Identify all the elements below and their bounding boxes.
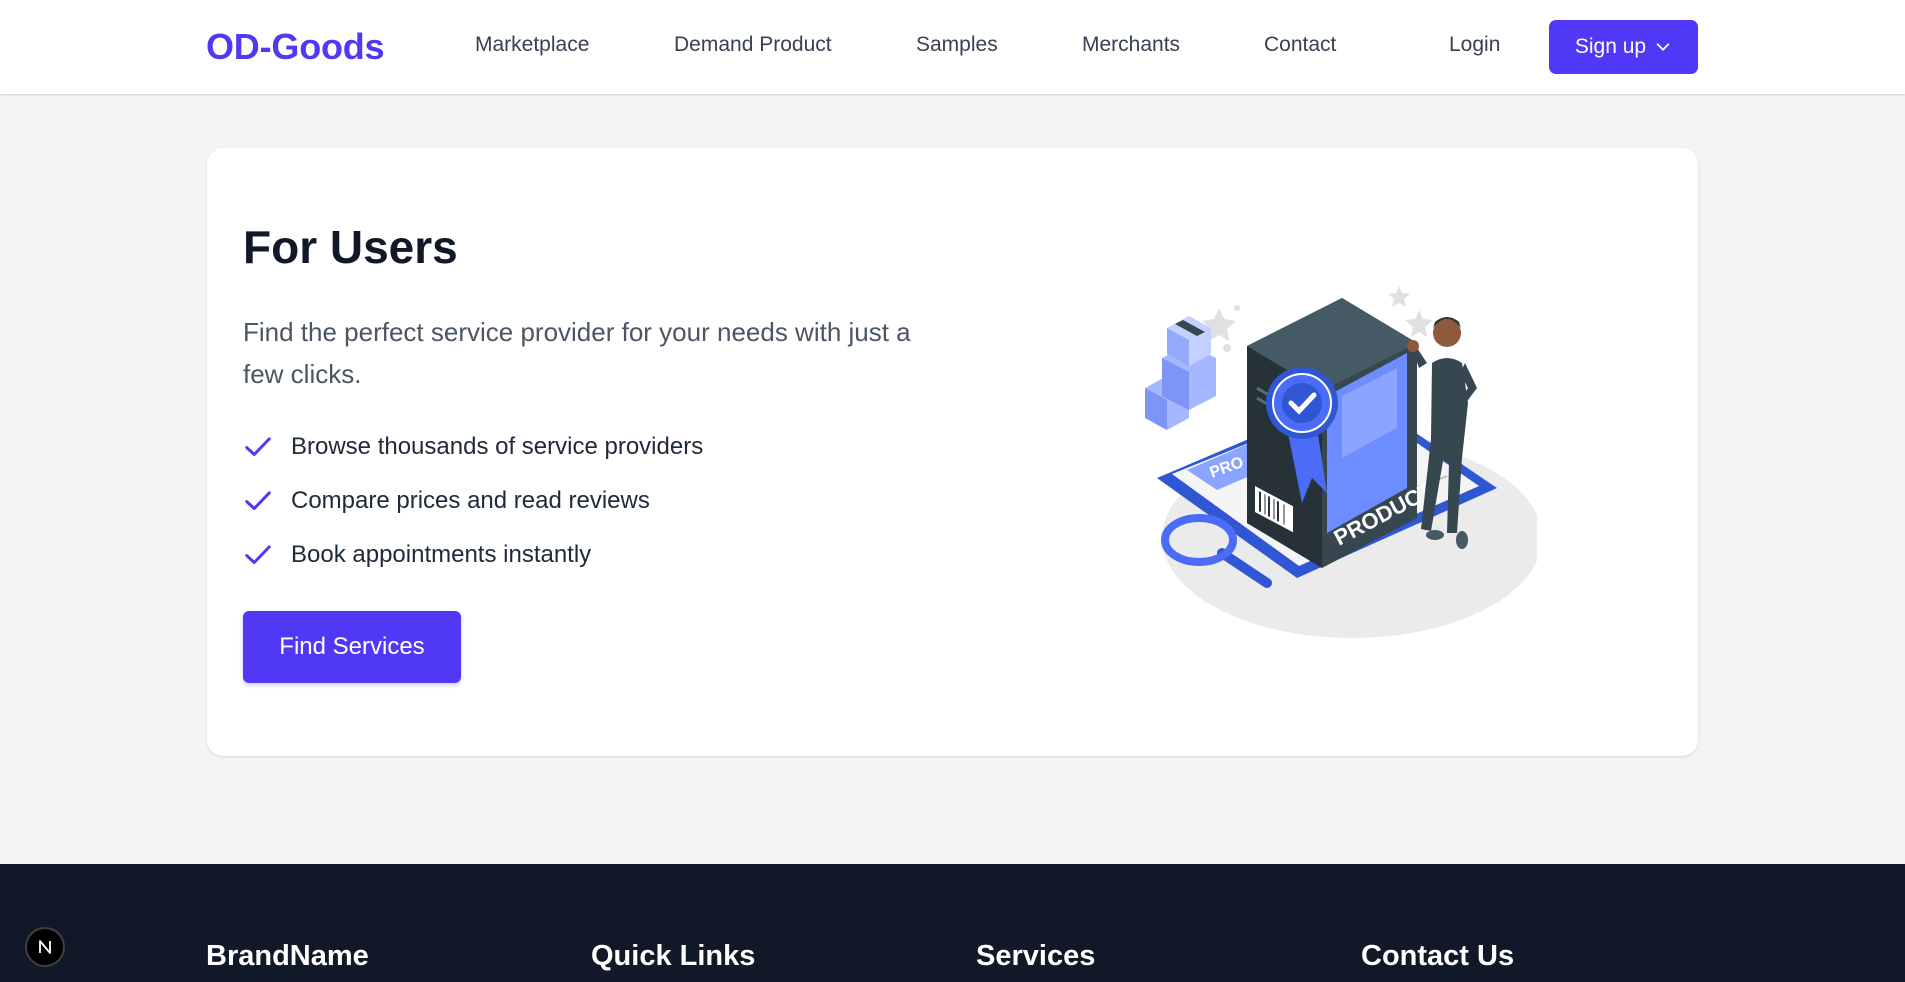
find-services-button[interactable]: Find Services [243, 611, 461, 683]
nav-link-samples[interactable]: Samples [916, 33, 998, 57]
footer-heading-brand: BrandName [206, 940, 369, 972]
card-description: Find the perfect service provider for yo… [243, 317, 911, 389]
for-users-card: For Users Find the perfect service provi… [207, 148, 1698, 756]
check-icon [245, 545, 271, 564]
footer-heading-quick-links: Quick Links [591, 940, 756, 972]
check-icon [245, 437, 271, 456]
signup-button[interactable]: Sign up [1549, 20, 1698, 74]
feature-label: Compare prices and read reviews [291, 487, 650, 514]
signup-button-label: Sign up [1574, 35, 1647, 58]
footer-heading-contact-us: Contact Us [1361, 940, 1515, 972]
nextjs-dev-badge[interactable] [25, 927, 65, 967]
top-navbar: OD-Goods Marketplace Demand Product Samp… [0, 0, 1905, 94]
feature-label: Book appointments instantly [291, 541, 592, 568]
footer-heading-services: Services [976, 940, 1096, 972]
certified-product-illustration: PRO PRODUCT [1145, 286, 1537, 638]
check-icon [245, 491, 271, 510]
feature-item: Book appointments instantly [243, 538, 591, 572]
brand-logo[interactable]: OD-Goods [206, 26, 385, 68]
nav-link-contact[interactable]: Contact [1264, 33, 1336, 57]
feature-item: Browse thousands of service providers [243, 430, 703, 464]
nav-link-marketplace[interactable]: Marketplace [475, 33, 589, 57]
boxes-graphic [1145, 316, 1216, 430]
nav-link-demand-product[interactable]: Demand Product [674, 33, 832, 57]
nextjs-logo-icon [39, 940, 51, 954]
site-footer: BrandName Quick Links Services Contact U… [0, 864, 1905, 982]
login-link[interactable]: Login [1449, 33, 1500, 57]
feature-label: Browse thousands of service providers [291, 433, 704, 460]
nav-link-merchants[interactable]: Merchants [1082, 33, 1180, 57]
feature-item: Compare prices and read reviews [243, 484, 650, 518]
card-title: For Users [243, 221, 458, 273]
chevron-down-icon [1656, 43, 1670, 51]
